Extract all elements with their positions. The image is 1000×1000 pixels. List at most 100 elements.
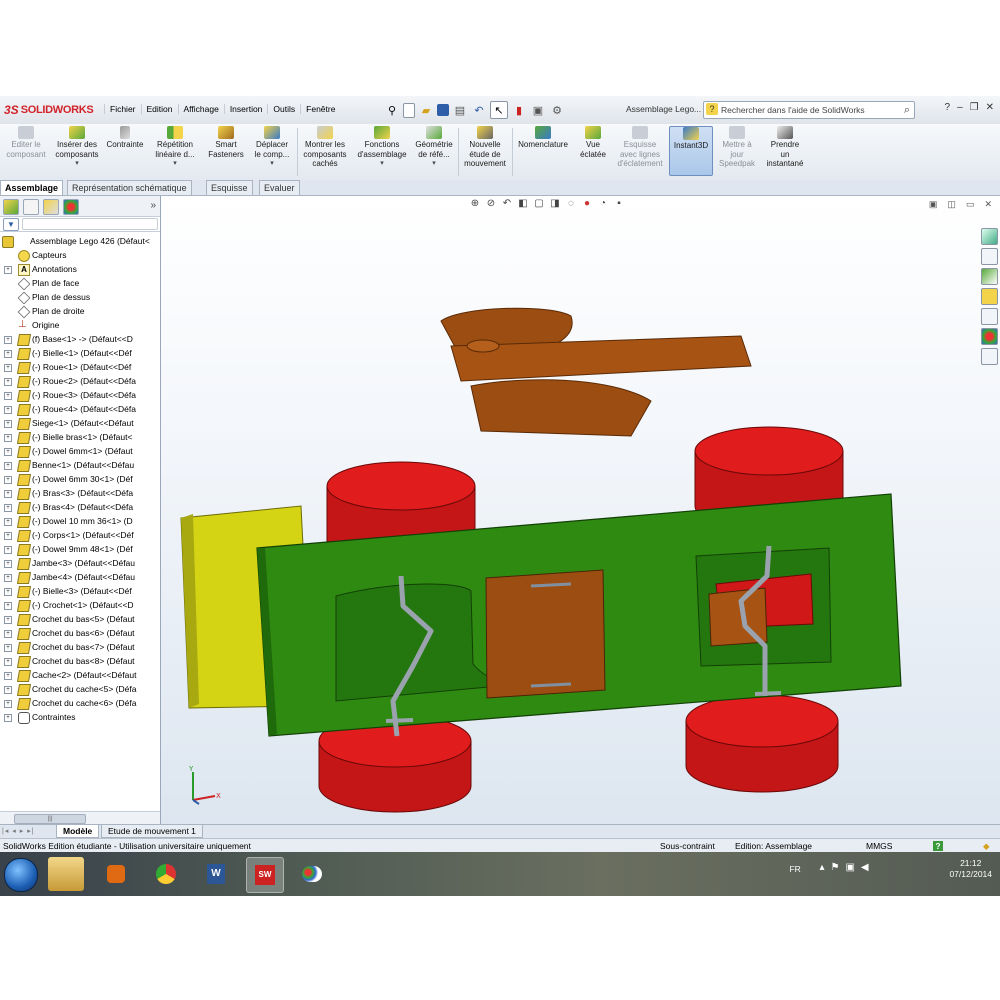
tree-item[interactable]: + (-) Roue<1> (Défaut<<Déf — [0, 360, 160, 374]
tab-representation-schematique[interactable]: Représentation schématique — [67, 180, 192, 195]
tree-item[interactable]: + (-) Corps<1> (Défaut<<Déf — [0, 528, 160, 542]
expand-plus-icon[interactable]: + — [4, 490, 12, 498]
expand-plus-icon[interactable]: + — [4, 378, 12, 386]
menu-insertion[interactable]: Insertion — [223, 104, 268, 114]
pin-menu-icon[interactable]: ⚲ — [384, 102, 400, 118]
custom-properties-icon[interactable] — [981, 348, 998, 365]
menu-affichage[interactable]: Affichage — [177, 104, 224, 114]
tree-root-assembly[interactable]: Assemblage Lego 426 (Défaut< — [0, 234, 160, 248]
chevron-down-icon[interactable]: ▾ — [412, 159, 456, 169]
tree-item[interactable]: + (-) Dowel 6mm 30<1> (Déf — [0, 472, 160, 486]
tree-horizontal-scrollbar[interactable]: ||| — [0, 811, 160, 824]
expand-plus-icon[interactable]: + — [4, 364, 12, 372]
tab-navigation-arrows-icon[interactable]: |◂ ◂ ▸ ▸| — [2, 827, 35, 835]
minimize-icon[interactable]: – — [957, 102, 963, 113]
menu-fichier[interactable]: Fichier — [104, 104, 141, 114]
solidworks-logo[interactable]: 3S SOLIDWORKS — [4, 102, 94, 118]
clock[interactable]: 21:12 07/12/2014 — [949, 858, 992, 880]
solidworks-resources-icon[interactable] — [981, 228, 998, 245]
tab-assemblage[interactable]: Assemblage — [0, 180, 64, 195]
scrollbar-thumb[interactable]: ||| — [14, 814, 86, 824]
network-icon[interactable]: ▣ — [845, 862, 854, 873]
expand-plus-icon[interactable]: + — [4, 630, 12, 638]
reference-geometry-button[interactable]: Géométrie de réfé... ▾ — [412, 126, 456, 169]
tree-item[interactable]: + Jambe<3> (Défaut<<Défau — [0, 556, 160, 570]
help-search-field[interactable]: ? Rechercher dans l'aide de SolidWorks ⌕ — [703, 101, 915, 119]
expand-plus-icon[interactable]: + — [4, 448, 12, 456]
smart-fasteners-button[interactable]: Smart Fasteners — [204, 126, 248, 159]
expand-plus-icon[interactable]: + — [4, 266, 12, 274]
tree-item[interactable]: + (-) Dowel 6mm<1> (Défaut — [0, 444, 160, 458]
linear-pattern-button[interactable]: Répétition linéaire d... ▾ — [150, 126, 200, 169]
show-hidden-components-button[interactable]: Montrer les composants cachés — [300, 126, 350, 169]
menu-outils[interactable]: Outils — [267, 104, 300, 114]
tree-item[interactable]: + Crochet du bas<6> (Défaut — [0, 626, 160, 640]
rebuild-traffic-light-icon[interactable]: ▮ — [511, 102, 527, 118]
tree-item[interactable]: + Crochet du bas<7> (Défaut — [0, 640, 160, 654]
expand-plus-icon[interactable]: + — [4, 532, 12, 540]
tree-item[interactable]: + (-) Bielle<3> (Défaut<<Déf — [0, 584, 160, 598]
expand-plus-icon[interactable]: + — [4, 546, 12, 554]
tree-item[interactable]: + (-) Bras<3> (Défaut<<Défa — [0, 486, 160, 500]
expand-plus-icon[interactable]: + — [4, 392, 12, 400]
menu-edition[interactable]: Edition — [140, 104, 178, 114]
expand-plus-icon[interactable]: + — [4, 714, 12, 722]
expand-plus-icon[interactable]: + — [4, 686, 12, 694]
chevron-down-icon[interactable]: ▾ — [150, 159, 200, 169]
insert-components-button[interactable]: Insérer des composants ▾ — [52, 126, 102, 169]
tree-item[interactable]: Plan de face — [0, 276, 160, 290]
tree-item[interactable]: + (f) Base<1> -> (Défaut<<D — [0, 332, 160, 346]
options-gear-icon[interactable]: ⚙ — [549, 102, 565, 118]
explorer-taskbar-icon[interactable] — [48, 857, 84, 891]
search-icon[interactable]: ⌕ — [904, 102, 910, 118]
graphics-viewport[interactable]: ⊕ ⊘ ↶ ◧ ▢ ◨ ◌ ● ◔ ▪ ▣ ◫ ▭ ✕ Y X — [161, 196, 1000, 824]
feature-manager-tab-icon[interactable] — [3, 199, 19, 215]
expand-plus-icon[interactable]: + — [4, 602, 12, 610]
lego-assembly-model[interactable] — [161, 196, 1000, 824]
move-component-button[interactable]: Déplacer le comp... ▾ — [250, 126, 294, 169]
expand-plus-icon[interactable]: + — [4, 462, 12, 470]
panel-expand-chevron-icon[interactable]: » — [150, 200, 156, 211]
view-palette-icon[interactable] — [981, 308, 998, 325]
mate-button[interactable]: Contrainte — [104, 126, 146, 150]
close-icon[interactable]: ✕ — [986, 102, 994, 113]
chevron-down-icon[interactable]: ▾ — [250, 159, 294, 169]
tree-item[interactable]: + Cache<2> (Défaut<<Défaut — [0, 668, 160, 682]
paint-taskbar-icon[interactable] — [294, 857, 330, 891]
tree-item[interactable]: + Jambe<4> (Défaut<<Défau — [0, 570, 160, 584]
word-taskbar-icon[interactable]: W — [198, 857, 234, 891]
status-help-icon[interactable]: ? — [933, 841, 943, 851]
expand-plus-icon[interactable]: + — [4, 644, 12, 652]
property-manager-tab-icon[interactable] — [23, 199, 39, 215]
file-explorer-icon[interactable] — [981, 288, 998, 305]
start-button-icon[interactable] — [4, 858, 38, 892]
tab-evaluer[interactable]: Evaluer — [259, 180, 300, 195]
chevron-down-icon[interactable]: ▾ — [354, 159, 410, 169]
tree-item[interactable]: + Crochet du cache<5> (Défa — [0, 682, 160, 696]
tree-item[interactable]: + (-) Bielle bras<1> (Défaut< — [0, 430, 160, 444]
expand-plus-icon[interactable]: + — [4, 406, 12, 414]
tab-etude-de-mouvement[interactable]: Etude de mouvement 1 — [101, 825, 203, 838]
expand-plus-icon[interactable]: + — [4, 504, 12, 512]
tree-item[interactable]: + Siege<1> (Défaut<<Défaut — [0, 416, 160, 430]
expand-plus-icon[interactable]: + — [4, 574, 12, 582]
volume-icon[interactable]: ◀ — [861, 862, 869, 873]
action-center-flag-icon[interactable]: ⚑ — [830, 862, 839, 873]
tree-filter[interactable]: ▼ — [0, 217, 160, 232]
tab-esquisse[interactable]: Esquisse — [206, 180, 253, 195]
tree-item[interactable]: + Crochet du bas<5> (Défaut — [0, 612, 160, 626]
expand-plus-icon[interactable]: + — [4, 518, 12, 526]
tree-item[interactable]: + (-) Roue<2> (Défaut<<Défa — [0, 374, 160, 388]
media-player-taskbar-icon[interactable] — [98, 857, 134, 891]
tree-item[interactable]: + Crochet du bas<8> (Défaut — [0, 654, 160, 668]
update-speedpak-button[interactable]: Mettre à jour Speedpak — [716, 126, 758, 169]
select-pointer-icon[interactable]: ↖ — [490, 101, 508, 119]
tree-item[interactable]: + (-) Bielle<1> (Défaut<<Déf — [0, 346, 160, 360]
tree-item[interactable]: ⊥ Origine — [0, 318, 160, 332]
instant3d-button[interactable]: Instant3D — [669, 126, 713, 176]
new-motion-study-button[interactable]: Nouvelle étude de mouvement — [460, 126, 510, 169]
design-library-icon[interactable] — [981, 268, 998, 285]
tree-item[interactable]: + (-) Roue<3> (Défaut<<Défa — [0, 388, 160, 402]
expand-plus-icon[interactable]: + — [4, 700, 12, 708]
undo-icon[interactable]: ↶ — [471, 102, 487, 118]
